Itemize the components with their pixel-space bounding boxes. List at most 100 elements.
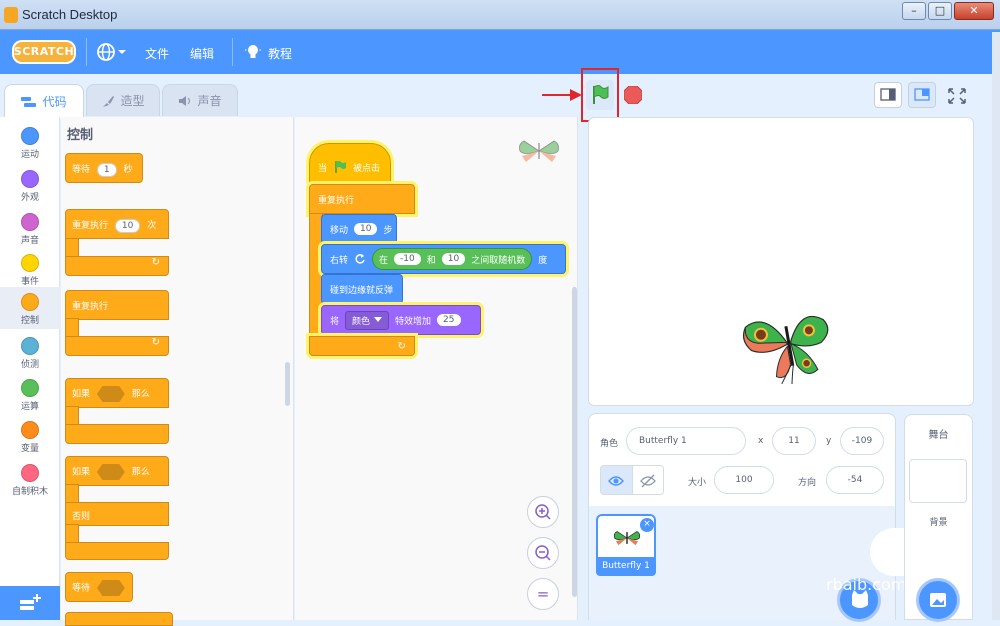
tab-sounds[interactable]: 声音 <box>162 84 238 116</box>
category-dot <box>21 170 39 188</box>
sprite-name-input[interactable]: Butterfly 1 <box>626 427 746 455</box>
edit-menu[interactable]: 编辑 <box>190 45 214 62</box>
move-steps-block[interactable]: 移动 10 步 <box>321 214 397 244</box>
block-if-arm <box>65 406 79 426</box>
fullscreen-button[interactable] <box>944 84 970 108</box>
tab-code[interactable]: 代码 <box>4 84 84 118</box>
zoom-out-button[interactable] <box>527 537 559 569</box>
zoom-in-icon <box>535 504 551 520</box>
random-from-input[interactable]: -10 <box>394 253 421 265</box>
category-events[interactable]: 事件 <box>0 248 60 290</box>
window-title-bar: Scratch Desktop – □ ✕ <box>0 0 1000 30</box>
chevron-down-icon <box>374 317 383 322</box>
block-if-then[interactable]: 如果 那么 <box>65 378 169 408</box>
category-dot <box>21 254 39 272</box>
block-repeat[interactable]: 重复执行 10 次 <box>65 209 169 239</box>
pick-random-block[interactable]: 在 -10 和 10 之间取随机数 <box>372 248 533 270</box>
tutorials-label: 教程 <box>268 47 293 61</box>
category-motion[interactable]: 运动 <box>0 121 60 163</box>
tab-sounds-label: 声音 <box>197 94 222 108</box>
window-scrollbar[interactable] <box>992 32 1000 620</box>
maximize-button[interactable]: □ <box>928 2 952 20</box>
stage-pane-title: 舞台 <box>928 430 949 441</box>
butterfly-thumbnail <box>613 531 641 546</box>
condition-slot[interactable] <box>96 464 125 480</box>
scratch-app-icon <box>4 7 18 23</box>
normal-stage-button[interactable] <box>908 82 936 108</box>
palette-scrollbar[interactable] <box>285 362 290 406</box>
category-variables[interactable]: 变量 <box>0 415 60 457</box>
choose-backdrop-button[interactable] <box>916 578 960 622</box>
block-if-else[interactable]: 如果 那么 <box>65 456 169 486</box>
zoom-out-icon <box>535 545 551 561</box>
condition-slot[interactable] <box>96 386 125 402</box>
small-stage-button[interactable] <box>874 82 902 108</box>
block-category-menu: 运动 外观 声音 事件 控制 侦测 运算 变量 自制积木 <box>0 117 60 620</box>
fullscreen-icon <box>948 88 966 104</box>
file-menu[interactable]: 文件 <box>145 45 169 62</box>
eye-icon <box>608 476 625 486</box>
zoom-reset-button[interactable]: = <box>527 578 559 610</box>
wait-seconds-input[interactable]: 1 <box>96 163 117 177</box>
move-steps-input[interactable]: 10 <box>354 223 378 235</box>
block-forever-arm <box>65 318 79 338</box>
block-wait[interactable]: 等待 1 秒 <box>65 153 143 183</box>
block-wait-until[interactable]: 等待 <box>65 572 133 602</box>
category-dot <box>21 464 39 482</box>
tutorials-menu[interactable]: 教程 <box>244 42 304 62</box>
category-sensing[interactable]: 侦测 <box>0 331 60 373</box>
change-effect-block[interactable]: 将 颜色 特效增加 25 <box>321 305 481 335</box>
turn-right-block[interactable]: 右转 在 -10 和 10 之间取随机数 度 <box>321 244 566 274</box>
tab-costumes[interactable]: 造型 <box>86 84 160 116</box>
sprite-name-label: 角色 <box>600 439 619 449</box>
visibility-toggle <box>600 465 664 495</box>
direction-input[interactable]: -54 <box>826 466 884 494</box>
block-else-arm <box>65 524 79 544</box>
minimize-button[interactable]: – <box>902 2 926 20</box>
globe-icon <box>97 43 126 61</box>
stage-canvas[interactable] <box>588 117 974 406</box>
forever-block[interactable]: 重复执行 <box>309 184 415 214</box>
effect-amount-input[interactable]: 25 <box>437 314 461 326</box>
palette-category-title: 控制 <box>67 128 94 143</box>
random-to-input[interactable]: 10 <box>441 253 466 265</box>
block-partial[interactable] <box>65 612 173 626</box>
normal-stage-icon <box>914 88 930 101</box>
butterfly-sprite[interactable] <box>741 304 837 384</box>
speaker-icon <box>179 95 191 106</box>
close-button[interactable]: ✕ <box>954 2 994 20</box>
x-input[interactable]: 11 <box>772 427 816 455</box>
category-dot <box>21 379 39 397</box>
stop-button[interactable] <box>624 86 642 104</box>
repeat-count-input[interactable]: 10 <box>114 219 141 233</box>
block-if-else-arm <box>65 484 79 504</box>
zoom-in-button[interactable] <box>527 496 559 528</box>
size-input[interactable]: 100 <box>714 466 774 494</box>
category-dot <box>21 337 39 355</box>
hide-sprite-button[interactable] <box>631 466 663 494</box>
category-sound[interactable]: 声音 <box>0 207 60 249</box>
category-looks[interactable]: 外观 <box>0 164 60 206</box>
stage-thumbnail[interactable] <box>909 459 967 503</box>
backdrop-label: 背景 <box>929 518 948 528</box>
scratch-logo[interactable]: SCRATCH <box>12 40 76 64</box>
block-forever[interactable]: 重复执行 <box>65 290 169 320</box>
effect-dropdown[interactable]: 颜色 <box>345 310 390 330</box>
category-control[interactable]: 控制 <box>0 287 60 329</box>
bounce-on-edge-block[interactable]: 碰到边缘就反弹 <box>321 274 403 304</box>
show-sprite-button[interactable] <box>601 466 632 494</box>
delete-sprite-button[interactable]: × <box>640 518 654 532</box>
category-operators[interactable]: 运算 <box>0 373 60 415</box>
sprite-card-label: Butterfly 1 <box>596 557 656 576</box>
condition-slot[interactable] <box>96 580 125 596</box>
category-my-blocks[interactable]: 自制积木 <box>0 458 60 500</box>
window-title: Scratch Desktop <box>22 7 118 22</box>
small-stage-icon <box>880 88 896 101</box>
y-input[interactable]: -109 <box>840 427 884 455</box>
add-extension-button[interactable] <box>0 586 60 620</box>
workspace-scrollbar[interactable] <box>572 287 577 597</box>
language-menu[interactable] <box>96 42 128 62</box>
when-flag-clicked-block[interactable]: 当 被点击 <box>309 143 391 185</box>
category-dot <box>21 127 39 145</box>
y-label: y <box>826 436 832 446</box>
